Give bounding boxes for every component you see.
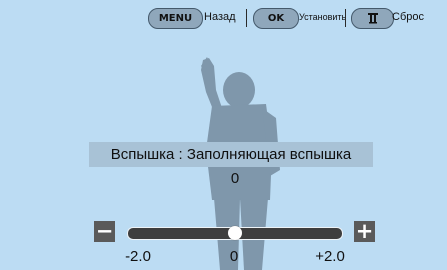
trash-icon: [367, 13, 378, 24]
increase-button[interactable]: +: [354, 221, 375, 242]
scale-max-label: +2.0: [315, 248, 345, 265]
menu-key-icon[interactable]: MENU: [148, 8, 203, 29]
setting-value: 0: [230, 170, 240, 187]
set-label: Установить: [299, 12, 347, 22]
back-label: Назад: [204, 11, 236, 23]
ok-key-icon[interactable]: OK: [253, 8, 299, 29]
camera-settings-screen: MENU Назад OK Установить Сброс Вспышка :…: [0, 0, 447, 270]
divider: [246, 9, 247, 27]
setting-title: Вспышка : Заполняющая вспышка: [89, 142, 373, 167]
trash-key-icon[interactable]: [351, 8, 394, 29]
slider-thumb[interactable]: [228, 226, 242, 240]
reset-label: Сброс: [392, 11, 424, 23]
decrease-button[interactable]: −: [94, 221, 115, 242]
scale-mid-label: 0: [229, 248, 239, 265]
scale-min-label: -2.0: [125, 248, 151, 265]
divider: [345, 9, 346, 27]
